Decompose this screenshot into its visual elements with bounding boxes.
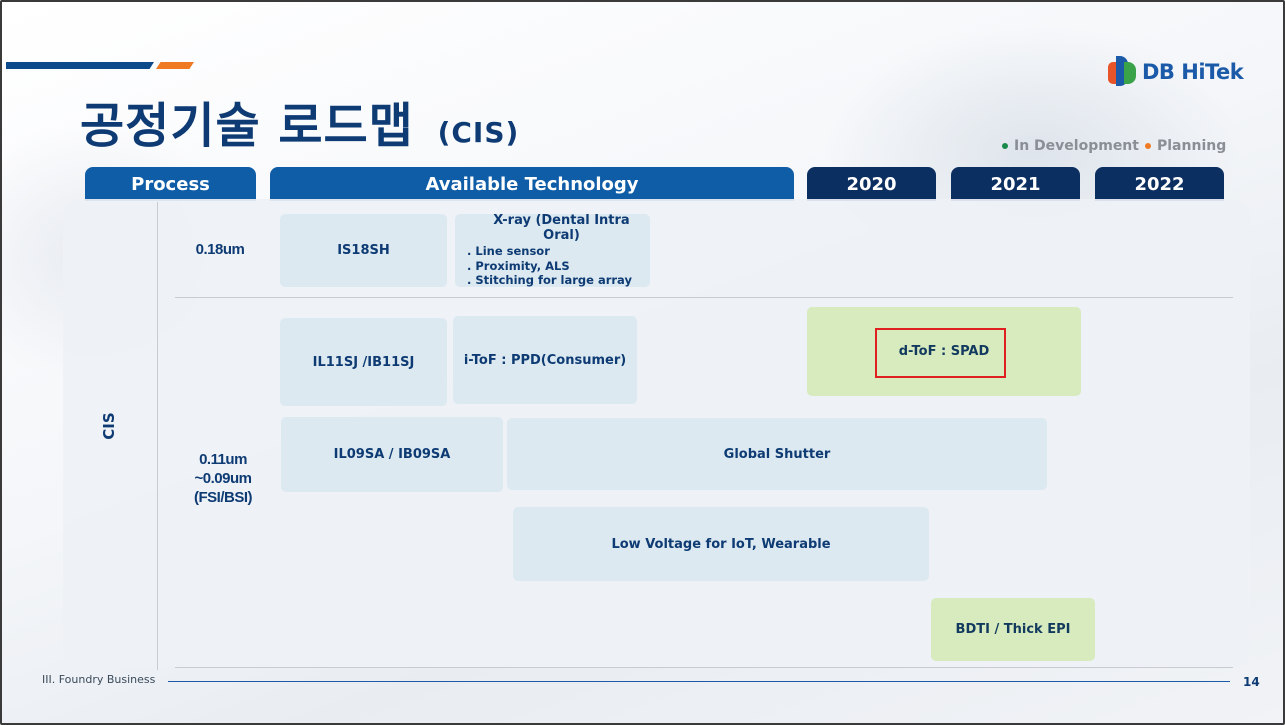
header-2021: 2021 xyxy=(951,167,1080,201)
xray-item: . Line sensor xyxy=(467,244,550,259)
node-label-line: (FSI/BSI) xyxy=(194,489,253,506)
header-available-technology: Available Technology xyxy=(270,167,794,201)
footer-divider xyxy=(168,681,1230,682)
node-label-018: 0.18um xyxy=(195,241,245,258)
tech-box-global-shutter: Global Shutter xyxy=(507,418,1047,490)
xray-title: X-ray (Dental Intra Oral) xyxy=(493,213,630,244)
tech-box-low-voltage: Low Voltage for IoT, Wearable xyxy=(513,507,929,581)
slide: 공정기술 로드맵 (CIS) DB HiTek In Development P… xyxy=(0,0,1285,725)
node-label-line: ~0.09um xyxy=(194,470,252,487)
page-title: 공정기술 로드맵 (CIS) xyxy=(80,86,519,156)
highlight-rectangle xyxy=(875,328,1006,378)
header-2020: 2020 xyxy=(807,167,936,201)
tech-box-is18sh: IS18SH xyxy=(280,214,447,287)
accent-bar-orange xyxy=(156,62,194,69)
tech-box-il09sa: IL09SA / IB09SA xyxy=(281,417,503,492)
orange-dot-icon xyxy=(1145,143,1151,149)
header-2022: 2022 xyxy=(1095,167,1224,201)
divider-row xyxy=(175,297,1233,298)
node-label-011: 0.11um ~0.09um (FSI/BSI) xyxy=(178,450,268,507)
logo-mark-icon xyxy=(1108,54,1138,90)
logo-text: DB HiTek xyxy=(1142,60,1244,84)
footer-section: III. Foundry Business xyxy=(42,673,156,686)
title-subtitle: (CIS) xyxy=(437,116,520,149)
tech-box-itof: i-ToF : PPD(Consumer) xyxy=(453,316,637,404)
company-logo: DB HiTek xyxy=(1108,54,1244,90)
xray-item: . Proximity, ALS xyxy=(467,258,570,273)
accent-bar-blue xyxy=(6,62,154,69)
tech-box-il11sj: IL11SJ /IB11SJ xyxy=(280,318,447,406)
legend-planning-label: Planning xyxy=(1157,138,1227,154)
xray-item: . Stitching for large array xyxy=(467,273,632,288)
divider-bottom xyxy=(175,667,1233,668)
title-text: 공정기술 로드맵 xyxy=(80,98,414,154)
page-number: 14 xyxy=(1243,675,1260,689)
header-process: Process xyxy=(85,167,256,201)
tech-box-bdti: BDTI / Thick EPI xyxy=(931,598,1095,661)
green-dot-icon xyxy=(1002,143,1008,149)
legend-in-development: In Development xyxy=(1002,138,1139,154)
legend-planning: Planning xyxy=(1145,138,1226,154)
tech-box-xray: X-ray (Dental Intra Oral) . Line sensor … xyxy=(455,213,650,288)
category-label: CIS xyxy=(100,412,118,440)
legend-in-development-label: In Development xyxy=(1014,138,1139,154)
node-label-line: 0.11um xyxy=(199,451,247,468)
divider-vertical xyxy=(157,202,158,670)
